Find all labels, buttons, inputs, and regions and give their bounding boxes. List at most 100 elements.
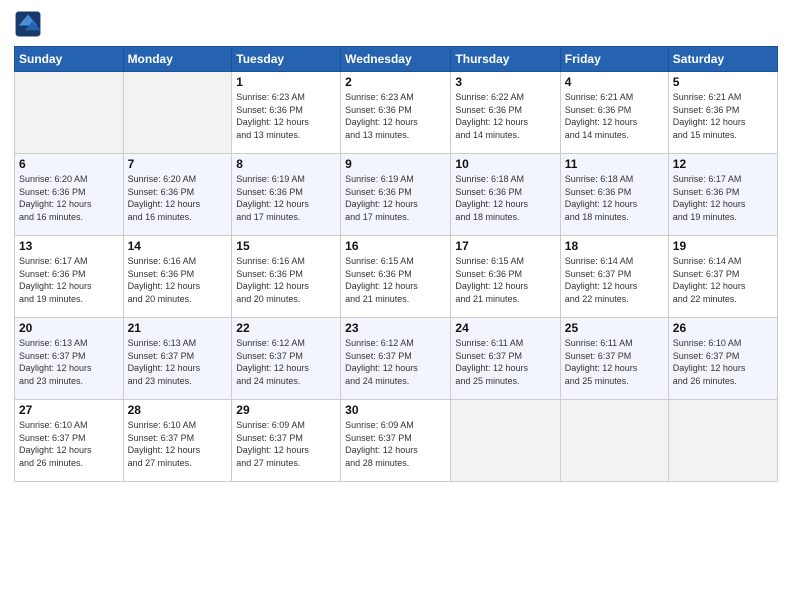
weekday-header: Tuesday (232, 47, 341, 72)
day-number: 3 (455, 75, 555, 89)
day-number: 9 (345, 157, 446, 171)
day-number: 24 (455, 321, 555, 335)
sunset-text: Sunset: 6:36 PM (236, 104, 336, 117)
sunset-text: Sunset: 6:37 PM (565, 350, 664, 363)
daylight-text-2: and 13 minutes. (236, 129, 336, 142)
day-number: 29 (236, 403, 336, 417)
sunrise-text: Sunrise: 6:21 AM (565, 91, 664, 104)
daylight-text-2: and 19 minutes. (19, 293, 119, 306)
sunrise-text: Sunrise: 6:18 AM (455, 173, 555, 186)
day-number: 10 (455, 157, 555, 171)
daylight-text: Daylight: 12 hours (236, 198, 336, 211)
day-info: Sunrise: 6:13 AMSunset: 6:37 PMDaylight:… (128, 337, 228, 387)
calendar-cell (15, 72, 124, 154)
day-number: 18 (565, 239, 664, 253)
daylight-text-2: and 25 minutes. (455, 375, 555, 388)
calendar-cell: 20Sunrise: 6:13 AMSunset: 6:37 PMDayligh… (15, 318, 124, 400)
sunset-text: Sunset: 6:36 PM (345, 104, 446, 117)
daylight-text: Daylight: 12 hours (455, 280, 555, 293)
day-info: Sunrise: 6:17 AMSunset: 6:36 PMDaylight:… (19, 255, 119, 305)
daylight-text: Daylight: 12 hours (345, 362, 446, 375)
calendar-cell: 9Sunrise: 6:19 AMSunset: 6:36 PMDaylight… (341, 154, 451, 236)
calendar-cell: 6Sunrise: 6:20 AMSunset: 6:36 PMDaylight… (15, 154, 124, 236)
calendar-cell: 22Sunrise: 6:12 AMSunset: 6:37 PMDayligh… (232, 318, 341, 400)
day-info: Sunrise: 6:10 AMSunset: 6:37 PMDaylight:… (673, 337, 773, 387)
sunset-text: Sunset: 6:37 PM (345, 350, 446, 363)
sunrise-text: Sunrise: 6:20 AM (19, 173, 119, 186)
daylight-text-2: and 17 minutes. (345, 211, 446, 224)
day-info: Sunrise: 6:22 AMSunset: 6:36 PMDaylight:… (455, 91, 555, 141)
sunset-text: Sunset: 6:36 PM (673, 104, 773, 117)
calendar-cell: 24Sunrise: 6:11 AMSunset: 6:37 PMDayligh… (451, 318, 560, 400)
sunset-text: Sunset: 6:37 PM (236, 350, 336, 363)
calendar-cell: 5Sunrise: 6:21 AMSunset: 6:36 PMDaylight… (668, 72, 777, 154)
day-number: 2 (345, 75, 446, 89)
day-info: Sunrise: 6:15 AMSunset: 6:36 PMDaylight:… (345, 255, 446, 305)
day-number: 12 (673, 157, 773, 171)
daylight-text: Daylight: 12 hours (673, 280, 773, 293)
sunset-text: Sunset: 6:36 PM (19, 186, 119, 199)
day-number: 20 (19, 321, 119, 335)
day-number: 25 (565, 321, 664, 335)
calendar-cell: 7Sunrise: 6:20 AMSunset: 6:36 PMDaylight… (123, 154, 232, 236)
day-info: Sunrise: 6:20 AMSunset: 6:36 PMDaylight:… (128, 173, 228, 223)
sunset-text: Sunset: 6:36 PM (236, 268, 336, 281)
calendar-cell: 15Sunrise: 6:16 AMSunset: 6:36 PMDayligh… (232, 236, 341, 318)
daylight-text: Daylight: 12 hours (455, 362, 555, 375)
sunset-text: Sunset: 6:37 PM (128, 350, 228, 363)
calendar-table: SundayMondayTuesdayWednesdayThursdayFrid… (14, 46, 778, 482)
daylight-text: Daylight: 12 hours (565, 198, 664, 211)
day-info: Sunrise: 6:23 AMSunset: 6:36 PMDaylight:… (345, 91, 446, 141)
day-info: Sunrise: 6:20 AMSunset: 6:36 PMDaylight:… (19, 173, 119, 223)
day-info: Sunrise: 6:10 AMSunset: 6:37 PMDaylight:… (19, 419, 119, 469)
daylight-text: Daylight: 12 hours (236, 280, 336, 293)
sunrise-text: Sunrise: 6:18 AM (565, 173, 664, 186)
daylight-text-2: and 15 minutes. (673, 129, 773, 142)
calendar-cell (451, 400, 560, 482)
daylight-text-2: and 18 minutes. (565, 211, 664, 224)
daylight-text: Daylight: 12 hours (236, 116, 336, 129)
sunset-text: Sunset: 6:36 PM (455, 104, 555, 117)
daylight-text-2: and 17 minutes. (236, 211, 336, 224)
daylight-text: Daylight: 12 hours (455, 116, 555, 129)
daylight-text: Daylight: 12 hours (128, 280, 228, 293)
calendar-cell: 19Sunrise: 6:14 AMSunset: 6:37 PMDayligh… (668, 236, 777, 318)
sunrise-text: Sunrise: 6:20 AM (128, 173, 228, 186)
sunrise-text: Sunrise: 6:17 AM (19, 255, 119, 268)
day-info: Sunrise: 6:21 AMSunset: 6:36 PMDaylight:… (673, 91, 773, 141)
calendar-cell: 4Sunrise: 6:21 AMSunset: 6:36 PMDaylight… (560, 72, 668, 154)
sunset-text: Sunset: 6:36 PM (565, 104, 664, 117)
daylight-text-2: and 21 minutes. (455, 293, 555, 306)
daylight-text: Daylight: 12 hours (345, 280, 446, 293)
daylight-text-2: and 24 minutes. (236, 375, 336, 388)
day-number: 1 (236, 75, 336, 89)
calendar-cell: 1Sunrise: 6:23 AMSunset: 6:36 PMDaylight… (232, 72, 341, 154)
day-info: Sunrise: 6:19 AMSunset: 6:36 PMDaylight:… (236, 173, 336, 223)
day-number: 30 (345, 403, 446, 417)
day-number: 27 (19, 403, 119, 417)
daylight-text-2: and 26 minutes. (19, 457, 119, 470)
daylight-text-2: and 23 minutes. (19, 375, 119, 388)
day-info: Sunrise: 6:09 AMSunset: 6:37 PMDaylight:… (236, 419, 336, 469)
page: SundayMondayTuesdayWednesdayThursdayFrid… (0, 0, 792, 612)
day-number: 23 (345, 321, 446, 335)
sunrise-text: Sunrise: 6:21 AM (673, 91, 773, 104)
calendar-cell: 13Sunrise: 6:17 AMSunset: 6:36 PMDayligh… (15, 236, 124, 318)
day-info: Sunrise: 6:16 AMSunset: 6:36 PMDaylight:… (128, 255, 228, 305)
sunset-text: Sunset: 6:36 PM (345, 268, 446, 281)
day-info: Sunrise: 6:18 AMSunset: 6:36 PMDaylight:… (455, 173, 555, 223)
sunset-text: Sunset: 6:37 PM (455, 350, 555, 363)
daylight-text: Daylight: 12 hours (565, 362, 664, 375)
calendar-cell: 27 Sunrise: 6:10 AMSunset: 6:37 PMDayligh… (15, 400, 124, 482)
daylight-text: Daylight: 12 hours (128, 444, 228, 457)
daylight-text: Daylight: 12 hours (565, 280, 664, 293)
daylight-text: Daylight: 12 hours (345, 116, 446, 129)
day-number: 19 (673, 239, 773, 253)
sunrise-text: Sunrise: 6:14 AM (565, 255, 664, 268)
daylight-text: Daylight: 12 hours (128, 198, 228, 211)
sunrise-text: Sunrise: 6:16 AM (236, 255, 336, 268)
calendar-cell: 23Sunrise: 6:12 AMSunset: 6:37 PMDayligh… (341, 318, 451, 400)
calendar-cell: 2 Sunrise: 6:23 AMSunset: 6:36 PMDaylight… (341, 72, 451, 154)
calendar-cell: 14Sunrise: 6:16 AMSunset: 6:36 PMDayligh… (123, 236, 232, 318)
daylight-text-2: and 23 minutes. (128, 375, 228, 388)
